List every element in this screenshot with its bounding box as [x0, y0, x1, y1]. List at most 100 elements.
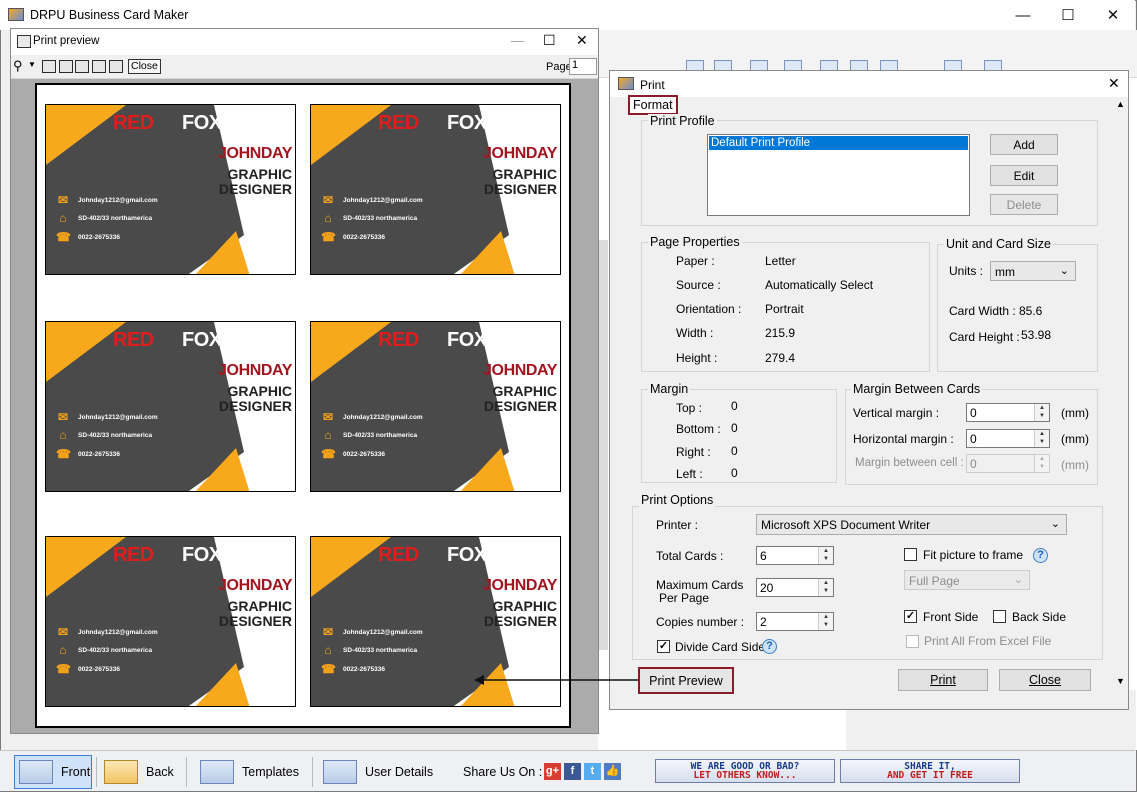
card-width-value: 85.6 [1019, 304, 1043, 318]
phone-icon: ☎ [56, 662, 71, 676]
spin-arrows-icon[interactable]: ▲ ▼ [818, 613, 833, 630]
close-icon[interactable]: ✕ [576, 32, 588, 49]
margin-label: Margin [648, 382, 691, 396]
twitter-icon[interactable]: t [584, 763, 601, 780]
back-tab[interactable]: Back [104, 755, 174, 789]
scroll-up-icon[interactable]: ▲ [1116, 99, 1125, 109]
help-icon[interactable]: ? [1033, 548, 1048, 563]
minimize-icon[interactable]: — [1000, 0, 1046, 30]
card-name: JOHNDAY [218, 362, 292, 379]
close-icon[interactable]: ✕ [1090, 0, 1136, 30]
width-value: 215.9 [765, 326, 796, 340]
max-cards-input[interactable]: 20 ▲ ▼ [756, 578, 834, 597]
divide-card-side-checkbox[interactable]: ✓ [657, 640, 670, 653]
fit-mode-value: Full Page [909, 574, 960, 588]
card-title-line2: DESIGNER [218, 398, 292, 414]
printer-select[interactable]: Microsoft XPS Document Writer ⌄ [756, 514, 1067, 535]
minimize-icon[interactable]: — [511, 33, 524, 48]
four-pages-icon[interactable] [92, 60, 106, 73]
scroll-down-icon[interactable]: ▼ [1116, 676, 1125, 686]
maximize-icon[interactable]: ☐ [543, 32, 556, 49]
card-phone-row: ☎ 0022-2675336 [321, 662, 385, 676]
preview-close-button[interactable]: Close [128, 59, 161, 74]
card-brand-fox: FOX [447, 329, 487, 351]
close-button[interactable]: Close [999, 669, 1091, 691]
card-title-line2: DESIGNER [218, 181, 292, 197]
card-title-line1: GRAPHIC [492, 383, 557, 399]
one-page-icon[interactable] [42, 60, 56, 73]
zoom-icon[interactable]: ⚲ [13, 58, 23, 74]
card-brand-red: RED [378, 544, 419, 566]
horizontal-margin-unit: (mm) [1061, 432, 1089, 446]
horizontal-margin-input[interactable]: 0 ▲ ▼ [966, 429, 1050, 448]
units-select[interactable]: mm ⌄ [990, 261, 1076, 281]
back-side-checkbox[interactable] [993, 610, 1006, 623]
share-banner[interactable]: SHARE IT, AND GET IT FREE [840, 759, 1020, 783]
front-side-checkbox[interactable]: ✓ [904, 610, 917, 623]
vertical-margin-input[interactable]: 0 ▲ ▼ [966, 403, 1050, 422]
vertical-margin-unit: (mm) [1061, 406, 1089, 420]
divide-card-side-label: Divide Card Side [675, 640, 766, 654]
excel-checkbox[interactable] [906, 635, 919, 648]
page-number-input[interactable]: 1 [569, 58, 597, 75]
spin-arrows-icon[interactable]: ▲ ▼ [1034, 404, 1049, 421]
templates-tab[interactable]: Templates [200, 755, 299, 789]
like-icon[interactable]: 👍 [604, 763, 621, 780]
app-icon [8, 8, 24, 21]
card-phone-row: ☎ 0022-2675336 [321, 447, 385, 461]
print-profile-list[interactable]: Default Print Profile [707, 134, 970, 216]
total-cards-input[interactable]: 6 ▲ ▼ [756, 546, 834, 565]
card-brand-fox: FOX [182, 329, 222, 351]
google-plus-icon[interactable]: g+ [544, 763, 561, 780]
card-title-line1: GRAPHIC [227, 166, 292, 182]
fit-mode-select[interactable]: Full Page ⌄ [904, 570, 1030, 590]
card-email: Johnday1212@gmail.com [343, 196, 423, 204]
bottom-margin-value: 0 [731, 421, 738, 435]
add-profile-button[interactable]: Add [990, 134, 1058, 155]
tab-format[interactable]: Format [628, 95, 678, 115]
mail-icon: ✉ [322, 193, 334, 207]
source-value: Automatically Select [765, 278, 874, 292]
maximize-icon[interactable]: ☐ [1045, 0, 1091, 30]
three-pages-icon[interactable] [75, 60, 89, 73]
fit-picture-checkbox[interactable] [904, 548, 917, 561]
card-email-row: ✉ Johnday1212@gmail.com [321, 193, 423, 207]
edit-profile-button[interactable]: Edit [990, 165, 1058, 186]
front-card-icon [19, 760, 53, 784]
phone-icon: ☎ [321, 662, 336, 676]
spin-arrows-icon[interactable]: ▲ ▼ [818, 579, 833, 596]
dialog-scrollbar[interactable]: ▲ ▼ [1112, 98, 1128, 709]
print-preview-title-bar: Print preview — ☐ ✕ [11, 29, 598, 55]
help-icon[interactable]: ? [762, 639, 777, 654]
zoom-dropdown-icon[interactable]: ▼ [28, 60, 36, 69]
height-label: Height : [676, 351, 718, 365]
user-details-tab[interactable]: User Details [323, 755, 433, 789]
spin-arrows-icon[interactable]: ▲ ▼ [1034, 455, 1049, 472]
pointer-arrow-head [474, 675, 484, 685]
separator [312, 757, 313, 787]
cell-margin-input[interactable]: 0 ▲ ▼ [966, 454, 1050, 473]
business-card: RED FOX JOHNDAY GRAPHIC DESIGNER ✉ Johnd… [310, 321, 561, 492]
six-pages-icon[interactable] [109, 60, 123, 73]
print-button[interactable]: Print [898, 669, 988, 691]
front-tab[interactable]: Front [14, 755, 92, 789]
close-icon[interactable]: ✕ [1108, 75, 1120, 92]
card-email: Johnday1212@gmail.com [343, 628, 423, 636]
print-preview-button[interactable]: Print Preview [638, 667, 734, 694]
spin-arrows-icon[interactable]: ▲ ▼ [818, 547, 833, 564]
horizontal-margin-value: 0 [970, 432, 977, 446]
delete-profile-button[interactable]: Delete [990, 194, 1058, 215]
spin-arrows-icon[interactable]: ▲ ▼ [1034, 430, 1049, 447]
unit-card-size-label: Unit and Card Size [944, 237, 1053, 251]
print-profile-item[interactable]: Default Print Profile [709, 136, 968, 150]
page-properties-label: Page Properties [648, 235, 742, 249]
phone-icon: ☎ [321, 230, 336, 244]
print-preview-title: Print preview [33, 35, 100, 47]
feedback-banner[interactable]: WE ARE GOOD OR BAD? LET OTHERS KNOW... [655, 759, 835, 783]
card-address: SD-402/33 northamerica [343, 214, 418, 222]
two-pages-icon[interactable] [59, 60, 73, 73]
card-brand-red: RED [378, 112, 419, 134]
left-margin-label: Left : [676, 467, 703, 481]
copies-input[interactable]: 2 ▲ ▼ [756, 612, 834, 631]
facebook-icon[interactable]: f [564, 763, 581, 780]
